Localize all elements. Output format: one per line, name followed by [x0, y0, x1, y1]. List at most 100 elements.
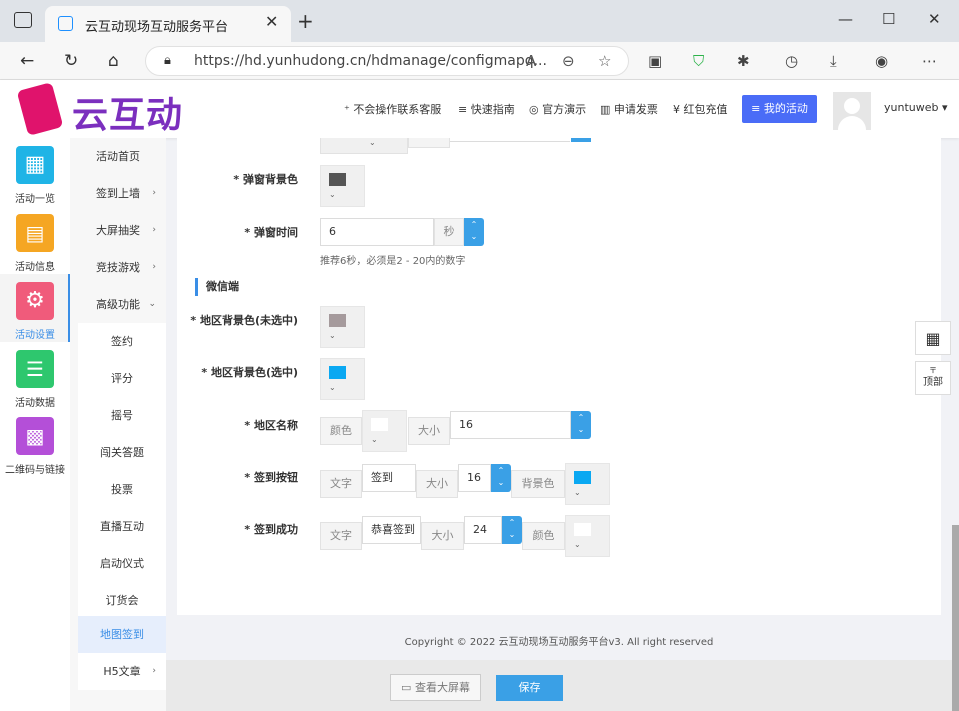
- read-aloud-icon[interactable]: A: [526, 52, 536, 70]
- back-to-top-button[interactable]: 〒 顶部: [915, 361, 951, 395]
- quick-guide-link[interactable]: ≡ 快速指南: [458, 101, 515, 117]
- sidebar-item-qrcode[interactable]: ▩ 二维码与链接: [0, 417, 70, 482]
- popup-time-hint: 推荐6秒，必须是2 - 20内的数字: [320, 256, 466, 267]
- subnav-item-vote[interactable]: 投票: [78, 471, 166, 508]
- invoice-link[interactable]: ▥ 申请发票: [600, 101, 658, 117]
- subnav-label: 签约: [111, 335, 133, 348]
- tab-title: 云互动现场互动服务平台: [85, 20, 229, 35]
- subnav-item-draw[interactable]: 摇号: [78, 397, 166, 434]
- avatar-head-icon: [844, 98, 860, 114]
- subnav-item-signwall[interactable]: 签到上墙 ›: [70, 175, 166, 212]
- save-button[interactable]: 保存: [496, 675, 563, 701]
- browser-tab[interactable]: 云互动现场互动服务平台 ✕: [45, 6, 291, 42]
- username-dropdown[interactable]: yuntuweb ▾: [884, 101, 948, 114]
- subnav-item-sign-contract[interactable]: 签约: [78, 323, 166, 360]
- subnav-item-lottery[interactable]: 大屏抽奖 ›: [70, 212, 166, 249]
- area-name-color-picker[interactable]: ⌄: [362, 410, 407, 452]
- download-icon[interactable]: ⤓: [830, 52, 837, 70]
- subnav-label: 签到上墙: [96, 187, 140, 200]
- close-window-button[interactable]: ✕: [928, 10, 941, 28]
- username-label: yuntuweb: [884, 101, 939, 114]
- avatar[interactable]: [833, 92, 871, 130]
- subnav-item-advanced[interactable]: 高级功能 ⌄: [70, 286, 166, 323]
- scrolled-spinner[interactable]: [571, 138, 591, 142]
- qrcode-float-button[interactable]: ▦: [915, 321, 951, 355]
- monitor-icon: ▭: [401, 681, 412, 694]
- signin-button-size-stepper[interactable]: ⌃ ⌄: [491, 464, 511, 492]
- signin-button-size-input[interactable]: 16: [458, 464, 491, 492]
- sidebar-item-settings[interactable]: ⚙ 活动设置: [0, 274, 70, 342]
- popup-bg-label: * 弹窗背景色: [233, 173, 298, 186]
- scrolled-control[interactable]: ⌄: [320, 138, 408, 154]
- subnav-item-quiz[interactable]: 闯关答题: [78, 434, 166, 471]
- my-activity-button[interactable]: ≡ 我的活动: [742, 95, 817, 123]
- color-swatch: [574, 523, 591, 536]
- shield-icon[interactable]: ⛉: [693, 52, 704, 70]
- more-menu-icon[interactable]: ⋯: [922, 52, 937, 70]
- sidebar-item-overview[interactable]: ▦ 活动一览: [0, 146, 70, 211]
- history-icon[interactable]: ◷: [785, 52, 798, 70]
- home-icon[interactable]: ⌂: [108, 51, 119, 71]
- subnav-item-live[interactable]: 直播互动: [78, 508, 166, 545]
- back-arrow-icon[interactable]: ←: [20, 51, 34, 71]
- color-swatch: [371, 418, 388, 431]
- page-scrollbar[interactable]: [952, 525, 959, 711]
- subnav-item-games[interactable]: 竞技游戏 ›: [70, 249, 166, 286]
- window-menu-icon[interactable]: [14, 12, 32, 28]
- signin-button-text-input[interactable]: 签到: [362, 464, 416, 492]
- minimize-button[interactable]: —: [838, 10, 853, 28]
- signin-success-color-picker[interactable]: ⌄: [565, 515, 610, 557]
- new-tab-button[interactable]: +: [297, 9, 314, 33]
- chevron-down-icon: ⌄: [574, 540, 581, 549]
- area-bg-unselected-picker[interactable]: ⌄: [320, 306, 365, 348]
- refresh-icon[interactable]: ↻: [64, 51, 78, 71]
- gear-icon: ⚙: [16, 282, 54, 320]
- subnav-item-map-signin[interactable]: 地图签到: [78, 616, 166, 653]
- popup-bg-color-picker[interactable]: ⌄: [320, 165, 365, 207]
- subnav-item-score[interactable]: 评分: [78, 360, 166, 397]
- subnav-item-order[interactable]: 订货会: [78, 582, 166, 619]
- area-name-size-stepper[interactable]: ⌃ ⌄: [571, 411, 591, 439]
- lock-icon[interactable]: 🔒︎: [164, 53, 171, 68]
- zoom-icon[interactable]: ⊖: [562, 52, 575, 70]
- area-bg-selected-picker[interactable]: ⌄: [320, 358, 365, 400]
- maximize-button[interactable]: ☐: [882, 10, 895, 28]
- scrolled-input[interactable]: [450, 138, 570, 142]
- view-big-screen-button[interactable]: ▭ 查看大屏幕: [390, 674, 481, 701]
- chevron-down-icon: ⌄: [329, 190, 336, 199]
- recharge-link[interactable]: ¥ 红包充值: [673, 101, 728, 117]
- signin-success-text-input[interactable]: 恭喜签到: [362, 516, 421, 544]
- popup-time-stepper[interactable]: ⌃ ⌄: [464, 218, 484, 246]
- official-demo-link[interactable]: ◎ 官方演示: [529, 101, 586, 117]
- qrcode-icon: ▦: [925, 329, 941, 348]
- site-logo[interactable]: 云互动: [72, 86, 183, 138]
- profile-icon[interactable]: ◉: [875, 52, 888, 70]
- contact-support-link[interactable]: ⁺ 不会操作联系客服: [344, 101, 441, 117]
- database-icon: ☰: [16, 350, 54, 388]
- popup-time-input[interactable]: 6: [320, 218, 434, 246]
- subnav-item-home[interactable]: 活动首页: [70, 138, 166, 175]
- subnav-label: 投票: [111, 483, 133, 496]
- area-name-label: * 地区名称: [244, 419, 298, 432]
- collections-icon[interactable]: ▣: [648, 52, 662, 70]
- invoice-label: 申请发票: [613, 103, 658, 116]
- address-bar[interactable]: 🔒︎ https://hd.yunhudong.cn/hdmanage/conf…: [145, 46, 629, 76]
- area-bg-selected-label: * 地区背景色(选中): [201, 366, 298, 379]
- tab-close-icon[interactable]: ✕: [265, 12, 278, 31]
- favorite-star-icon[interactable]: ☆: [598, 52, 611, 70]
- sidebar-item-data[interactable]: ☰ 活动数据: [0, 350, 70, 415]
- sidebar-item-label: 活动信息: [15, 262, 55, 273]
- signin-success-size-stepper[interactable]: ⌃ ⌄: [502, 516, 522, 544]
- url-text[interactable]: https://hd.yunhudong.cn/hdmanage/configm…: [194, 53, 547, 69]
- sidebar-item-info[interactable]: ▤ 活动信息: [0, 214, 70, 279]
- chevron-down-icon: ⌄: [148, 299, 156, 309]
- area-name-size-input[interactable]: 16: [450, 411, 571, 439]
- subnav-item-ceremony[interactable]: 启动仪式: [78, 545, 166, 582]
- tab-favicon-icon: [58, 16, 73, 31]
- my-activity-label: 我的活动: [763, 102, 808, 115]
- extensions-icon[interactable]: ✱: [737, 52, 750, 70]
- subnav-label: 大屏抽奖: [96, 224, 140, 237]
- subnav-item-h5[interactable]: H5文章 ›: [78, 653, 166, 690]
- signin-success-size-input[interactable]: 24: [464, 516, 502, 544]
- signin-button-bg-picker[interactable]: ⌄: [565, 463, 610, 505]
